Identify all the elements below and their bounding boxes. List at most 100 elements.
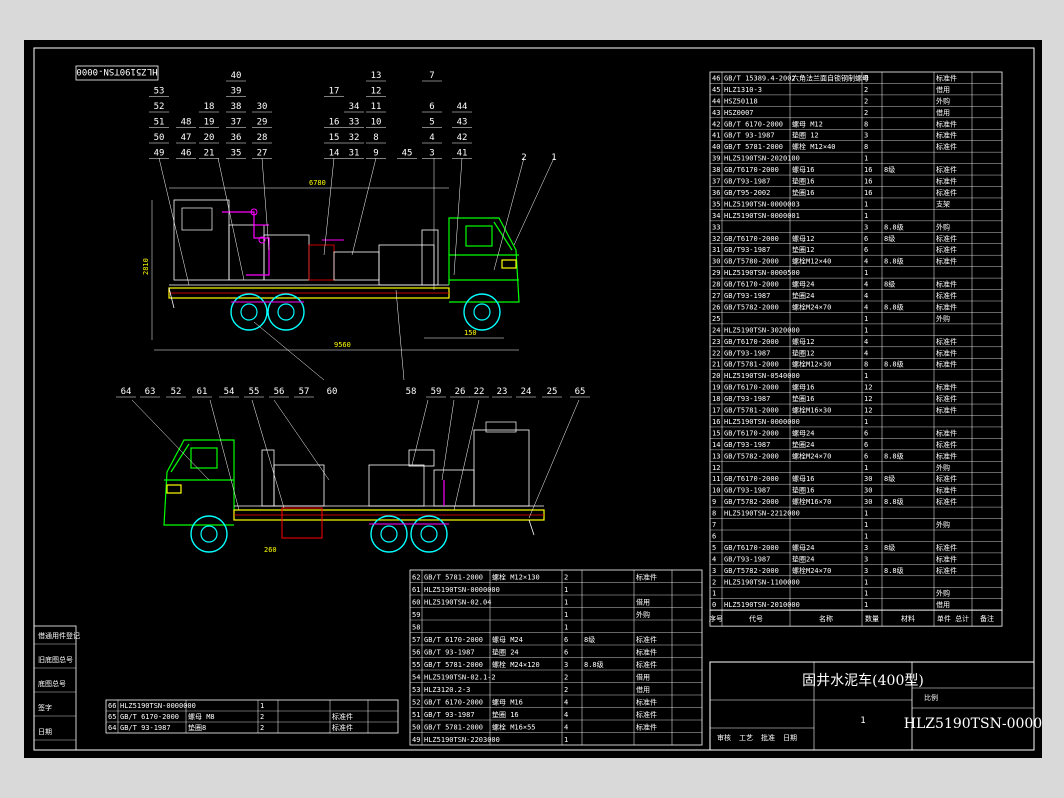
bom-cell: 8.8级 <box>884 257 904 266</box>
fuel-tank <box>281 507 323 539</box>
bom-cell: 标准件 <box>636 648 657 657</box>
bom-cell: 59 <box>412 611 420 619</box>
bom-cell: 23 <box>712 338 720 346</box>
bom-cell: 64 <box>108 724 116 732</box>
bom-cell: 60 <box>412 599 420 607</box>
bom-cell: 12 <box>864 384 872 392</box>
bom-cell: 22 <box>712 349 720 357</box>
bom-cell: 4 <box>564 724 568 732</box>
bom-cell: 六角法兰面自锁钢制螺母 <box>792 73 869 82</box>
callout-56: 56 <box>274 387 285 397</box>
bom-cell: GB/T 5781-2000 <box>424 661 483 669</box>
bom-cell: 25 <box>712 315 720 323</box>
bom-cell: 30 <box>864 475 872 483</box>
leader-lines-bottom <box>131 399 580 519</box>
cad-drawing: HLZ5190TSN-0000 6780 2810 9560 150 40 71… <box>33 47 1042 751</box>
bom-cell: 6 <box>864 452 868 460</box>
front-wheels-bottom <box>190 515 228 553</box>
bom-cell: 2 <box>564 574 568 582</box>
callout-45: 45 <box>402 149 413 159</box>
bom-cell: 垫圈16 <box>792 188 814 197</box>
callout-57: 57 <box>299 387 310 397</box>
bom-cell: HLZ1310-3 <box>724 86 762 94</box>
front-wheels <box>463 293 501 331</box>
bom-cell: HLZ5190TSN-0000001 <box>724 212 800 220</box>
bom-cell: 37 <box>712 178 720 186</box>
callout-7: 7 <box>429 71 434 81</box>
bom-cell: 垫圈 24 <box>492 648 519 657</box>
callout-27: 27 <box>257 149 268 159</box>
bom-cell: HLZ5190TSN-02.1-2 <box>424 674 496 682</box>
bom-cell: 2 <box>712 578 716 586</box>
callout-18: 18 <box>204 102 215 112</box>
callout-13: 13 <box>371 71 382 81</box>
callout-19: 19 <box>204 118 215 128</box>
bom-cell: GB/T 93-1987 <box>424 649 475 657</box>
bom-cell: 1 <box>864 315 868 323</box>
rear-wheels <box>230 293 305 331</box>
drawing-number-stamp: HLZ5190TSN-0000 <box>75 65 159 81</box>
bom-cell: 螺栓 M16×55 <box>492 723 536 732</box>
bom-cell: 39 <box>712 155 720 163</box>
bom-cell: 螺母 M8 <box>188 712 215 721</box>
bom-cell: 41 <box>712 132 720 140</box>
bom-cell: GB/T6170-2000 <box>724 235 779 243</box>
bom-cell: 8级 <box>884 234 895 243</box>
bom-cell: 2 <box>864 86 868 94</box>
callout-35: 35 <box>231 149 242 159</box>
bom-cell: 1 <box>864 464 868 472</box>
product-name: 固井水泥车(400型) <box>802 672 924 689</box>
bom-cell: 螺栓M12×30 <box>792 360 831 369</box>
bom-cell: GB/T5782-2000 <box>724 498 779 506</box>
bom-cell: 53 <box>412 686 420 694</box>
bom-cell: 8.8级 <box>884 566 904 575</box>
bom-cell: 24 <box>712 326 720 334</box>
callout-23: 23 <box>497 387 508 397</box>
bom-cell: 1 <box>564 624 568 632</box>
callout-61: 61 <box>197 387 208 397</box>
bom-cell: 8级 <box>884 165 895 174</box>
bom-cell: 1 <box>864 521 868 529</box>
bom-cell: 螺母12 <box>792 337 814 346</box>
callout-50: 50 <box>154 133 165 143</box>
bom-cell: 垫圈16 <box>792 394 814 403</box>
bom-cell: 1 <box>864 326 868 334</box>
strip-label: 借通用件登记 <box>38 631 80 640</box>
bom-cell: 借用 <box>636 673 650 682</box>
bom-table-bottom: 62 GB/T 5781-2000 螺栓 M12×130 2 标准件61 HLZ5190T… <box>409 569 703 746</box>
bom-cell: 螺栓 M12×130 <box>492 573 540 582</box>
bom-cell: 6 <box>864 429 868 437</box>
bom-cell: 垫圈 12 <box>792 131 819 140</box>
bom-cell: 35 <box>712 200 720 208</box>
bom-cell: 标准件 <box>936 566 957 575</box>
bom-cell: 28 <box>712 281 720 289</box>
callout-59: 59 <box>431 387 442 397</box>
bom-cell: HLZ5190TSN-2020100 <box>724 155 800 163</box>
bom-cell: 30 <box>864 498 872 506</box>
bom-cell: 45 <box>712 86 720 94</box>
sheet-number: 1 <box>860 716 865 726</box>
bom-cell: 螺栓 M12×40 <box>792 142 836 151</box>
callout-2: 2 <box>521 153 526 163</box>
bom-cell: 19 <box>712 384 720 392</box>
bom-cell: GB/T 5781-2000 <box>424 574 483 582</box>
bom-cell: 垫圈16 <box>792 177 814 186</box>
bom-cell: 标准件 <box>936 234 957 243</box>
left-revision-strip: 借通用件登记旧底图总号底图总号签字日期 <box>33 625 80 751</box>
bom-cell: 螺母24 <box>792 543 814 552</box>
bom-cell: 16 <box>864 178 872 186</box>
bom-cell: 1 <box>564 599 568 607</box>
bom-cell: HLZ5190TSN-0540000 <box>724 372 800 380</box>
bom-cell: 借用 <box>936 85 950 94</box>
bom-cell: 1 <box>864 590 868 598</box>
bom-cell: 标准件 <box>936 394 957 403</box>
callout-4: 4 <box>429 133 434 143</box>
bom-cell: 螺栓M24×70 <box>792 302 831 311</box>
truck-side-view-top: 6780 2810 9560 150 <box>142 157 555 381</box>
bom-cell: 29 <box>712 269 720 277</box>
bom-cell: 外购 <box>936 222 950 231</box>
bom-cell: 标准件 <box>936 131 957 140</box>
bom-header-cell: 单件 总计 <box>937 614 969 623</box>
callout-28: 28 <box>257 133 268 143</box>
bom-cell: 20 <box>712 372 720 380</box>
